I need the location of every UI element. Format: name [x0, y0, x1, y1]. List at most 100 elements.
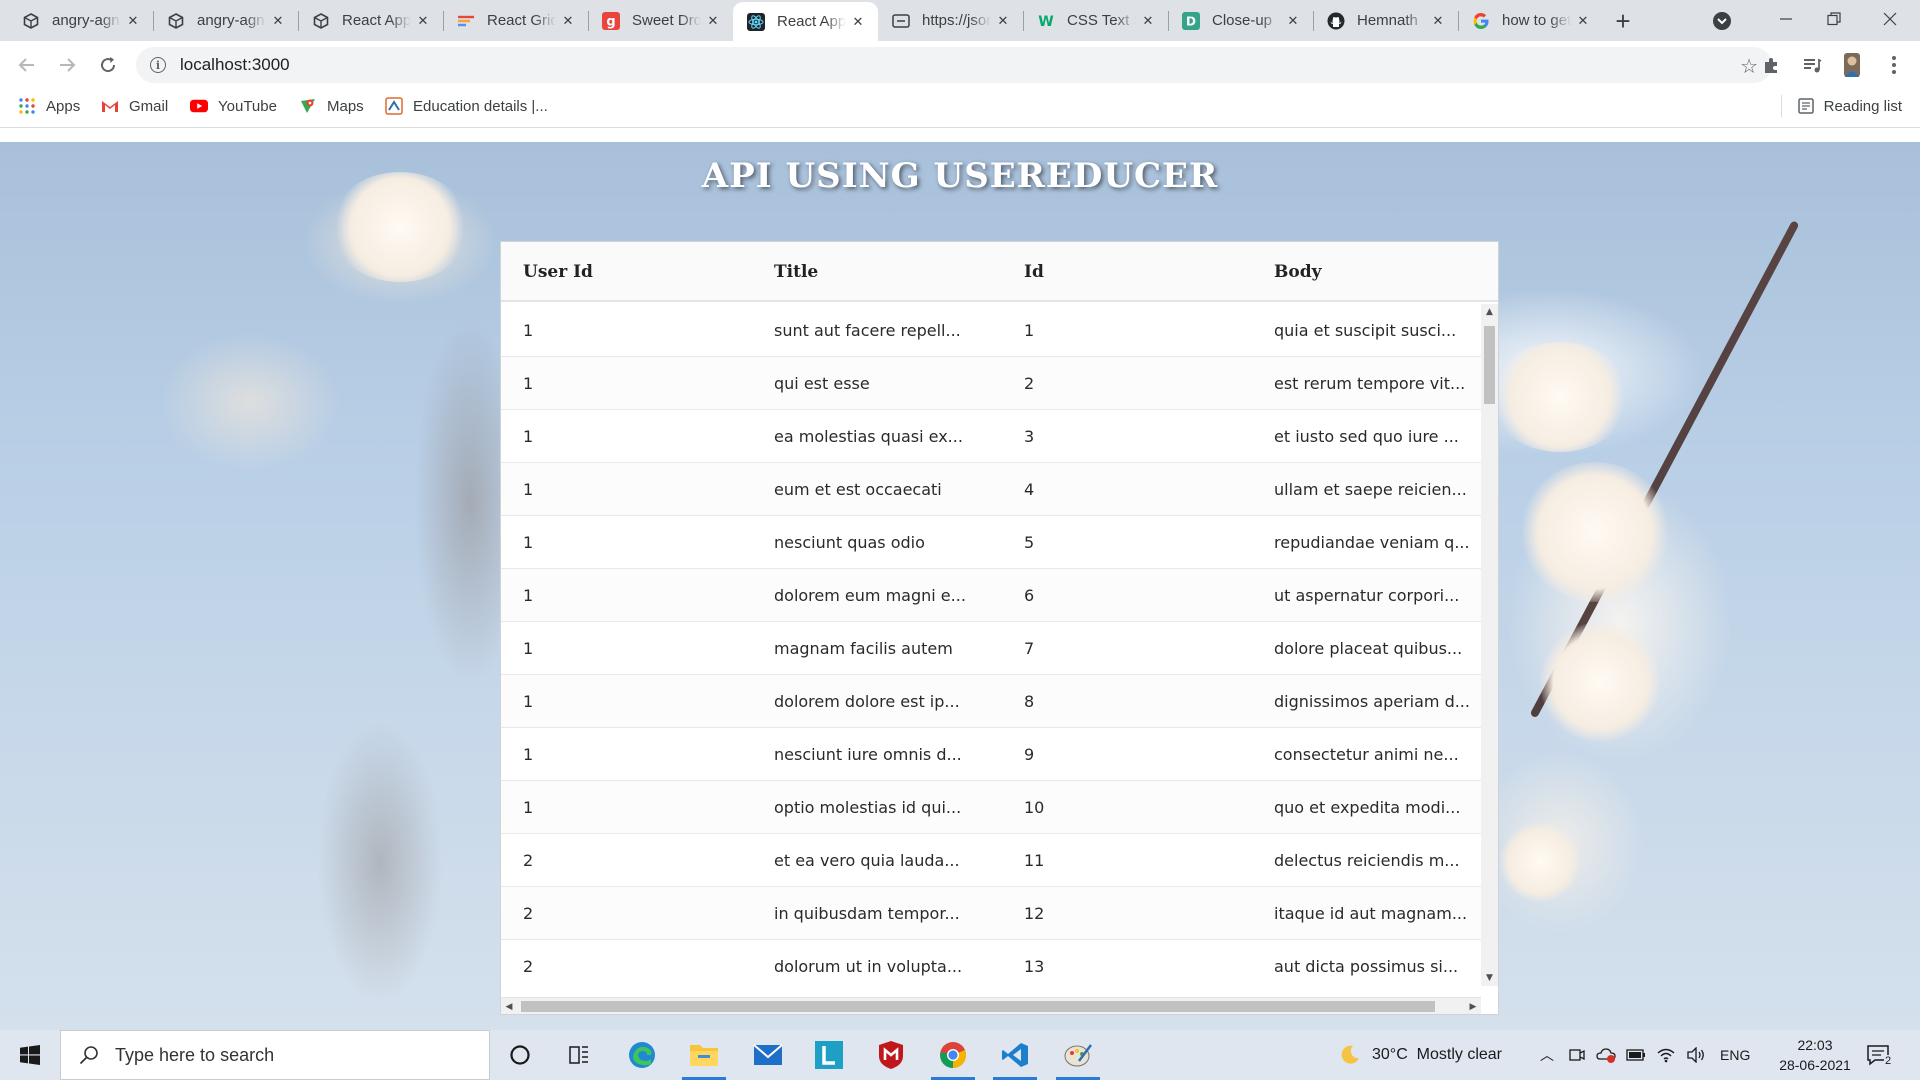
horizontal-scrollbar[interactable]: ◀ ▶ [501, 997, 1481, 1014]
cell-body: quo et expedita modi... [1274, 797, 1461, 817]
column-header-title[interactable]: Title [774, 242, 818, 302]
battery-icon[interactable] [1626, 1048, 1646, 1062]
profile-avatar[interactable] [1840, 53, 1864, 77]
scroll-down-icon[interactable]: ▼ [1481, 970, 1498, 986]
start-button[interactable] [0, 1030, 60, 1080]
clock[interactable]: 22:03 28-06-2021 [1770, 1035, 1860, 1075]
bookmark-label: Apps [46, 97, 81, 115]
browser-tab[interactable]: angry-agn ✕ [8, 0, 153, 41]
edge-app[interactable] [614, 1030, 670, 1080]
column-header-id[interactable]: Id [1024, 242, 1044, 302]
table-row[interactable]: 2 et ea vero quia lauda... 11 delectus reic… [501, 834, 1481, 887]
bookmark-education[interactable]: Education details |... [385, 89, 548, 123]
bookmark-gmail[interactable]: Gmail [101, 89, 168, 123]
weather-widget[interactable]: 30°C Mostly clear [1338, 1030, 1502, 1080]
browser-tab[interactable]: https://jsonplaceholder✕ [878, 0, 1023, 41]
column-header-body[interactable]: Body [1274, 242, 1321, 302]
table-row[interactable]: 1 nesciunt quas odio 5 repudiandae veniam q… [501, 516, 1481, 569]
table-row[interactable]: 1 qui est esse 2 est rerum tempore vit... [501, 357, 1481, 410]
table-row[interactable]: 2 dolorum ut in volupta... 13 aut dicta pos… [501, 940, 1481, 984]
grid-body[interactable]: 1 sunt aut facere repell... 1 quia et susci… [501, 304, 1481, 984]
task-view-button[interactable] [551, 1030, 607, 1080]
file-explorer-app[interactable] [676, 1030, 732, 1080]
browser-tab[interactable]: angry-agn ✕ [153, 0, 298, 41]
address-bar[interactable]: i localhost:3000 ☆ [136, 47, 1772, 83]
grid-logo-icon [457, 12, 475, 30]
tab-search-button[interactable] [1710, 9, 1734, 33]
table-row[interactable]: 1 dolorem eum magni e... 6 ut aspernatur co… [501, 569, 1481, 622]
taskbar-search[interactable]: Type here to search [60, 1030, 490, 1080]
close-tab-icon[interactable]: ✕ [270, 13, 286, 29]
system-tray-icons: ︿ ENG [1540, 1030, 1750, 1080]
bookmark-star-icon[interactable]: ☆ [1740, 54, 1758, 79]
minimize-button[interactable] [1766, 4, 1806, 34]
reload-button[interactable] [93, 50, 123, 80]
browser-tab[interactable]: g Sweet Drop✕ [588, 0, 733, 41]
close-tab-icon[interactable]: ✕ [1285, 13, 1301, 29]
browser-tab[interactable]: how to get ✕ [1458, 0, 1603, 41]
cell-title: et ea vero quia lauda... [774, 850, 960, 870]
scroll-thumb[interactable] [1484, 326, 1495, 404]
table-row[interactable]: 1 sunt aut facere repell... 1 quia et susci… [501, 304, 1481, 357]
cell-body: dignissimos aperiam d... [1274, 691, 1470, 711]
table-row[interactable]: 1 dolorem dolore est ip... 8 dignissimos ap… [501, 675, 1481, 728]
table-row[interactable]: 1 nesciunt iure omnis d... 9 consectetur an… [501, 728, 1481, 781]
close-tab-icon[interactable]: ✕ [415, 13, 431, 29]
restore-button[interactable] [1814, 4, 1854, 34]
close-tab-icon[interactable]: ✕ [850, 14, 866, 30]
mail-app[interactable] [740, 1030, 796, 1080]
chrome-menu-button[interactable] [1882, 53, 1906, 77]
onedrive-icon[interactable] [1596, 1046, 1616, 1064]
chevron-up-icon[interactable]: ︿ [1540, 1045, 1554, 1065]
forward-button[interactable] [52, 50, 82, 80]
close-tab-icon[interactable]: ✕ [125, 13, 141, 29]
chrome-app[interactable] [925, 1030, 981, 1080]
scroll-thumb[interactable] [521, 1001, 1435, 1012]
scroll-up-icon[interactable]: ▲ [1481, 304, 1498, 320]
bookmark-maps[interactable]: Maps [299, 89, 364, 123]
new-tab-button[interactable]: + [1609, 6, 1637, 36]
cell-id: 2 [1024, 373, 1035, 393]
browser-tab[interactable]: D Close-up ✕ [1168, 0, 1313, 41]
browser-tab[interactable]: React Grid ✕ [443, 0, 588, 41]
address-url[interactable]: localhost:3000 [180, 55, 290, 75]
close-tab-icon[interactable]: ✕ [1575, 13, 1591, 29]
table-row[interactable]: 2 in quibusdam tempor... 12 itaque id aut m… [501, 887, 1481, 940]
mcafee-app[interactable] [863, 1030, 919, 1080]
l-app[interactable] [801, 1030, 857, 1080]
column-header-user-id[interactable]: User Id [523, 242, 593, 302]
close-window-button[interactable] [1870, 4, 1910, 34]
cortana-button[interactable] [492, 1030, 548, 1080]
vertical-scrollbar[interactable]: ▲ ▼ [1481, 304, 1498, 986]
close-tab-icon[interactable]: ✕ [995, 13, 1011, 29]
table-row[interactable]: 1 ea molestias quasi ex... 3 et iusto sed q… [501, 410, 1481, 463]
media-control-button[interactable] [1800, 53, 1824, 77]
paint-app[interactable] [1050, 1030, 1106, 1080]
vscode-app[interactable] [987, 1030, 1043, 1080]
reading-list-button[interactable]: Reading list [1780, 89, 1902, 123]
notification-center-button[interactable]: 2 [1866, 1030, 1893, 1080]
tab-separator [588, 11, 589, 31]
scroll-left-icon[interactable]: ◀ [501, 998, 517, 1015]
info-icon[interactable]: i [150, 57, 166, 73]
volume-icon[interactable] [1686, 1047, 1706, 1063]
close-tab-icon[interactable]: ✕ [1430, 13, 1446, 29]
extensions-button[interactable] [1760, 53, 1784, 77]
meet-now-icon[interactable] [1568, 1046, 1586, 1064]
table-row[interactable]: 1 magnam facilis autem 7 dolore placeat qui… [501, 622, 1481, 675]
table-row[interactable]: 1 optio molestias id qui... 10 quo et exped… [501, 781, 1481, 834]
back-button[interactable] [12, 50, 42, 80]
close-tab-icon[interactable]: ✕ [705, 13, 721, 29]
close-tab-icon[interactable]: ✕ [1140, 13, 1156, 29]
browser-tab[interactable]: React App ✕ [298, 0, 443, 41]
language-indicator[interactable]: ENG [1720, 1047, 1750, 1063]
browser-tab[interactable]: W CSS Text Shadow✕ [1023, 0, 1168, 41]
bookmark-apps[interactable]: Apps [18, 89, 80, 123]
bookmark-youtube[interactable]: YouTube [190, 89, 277, 123]
browser-tab[interactable]: Hemnath ✕ [1313, 0, 1458, 41]
wifi-icon[interactable] [1656, 1047, 1676, 1063]
scroll-right-icon[interactable]: ▶ [1465, 998, 1481, 1015]
table-row[interactable]: 1 eum et est occaecati 4 ullam et saepe rei… [501, 463, 1481, 516]
browser-tab[interactable]: React App ✕ [733, 2, 878, 41]
close-tab-icon[interactable]: ✕ [560, 13, 576, 29]
